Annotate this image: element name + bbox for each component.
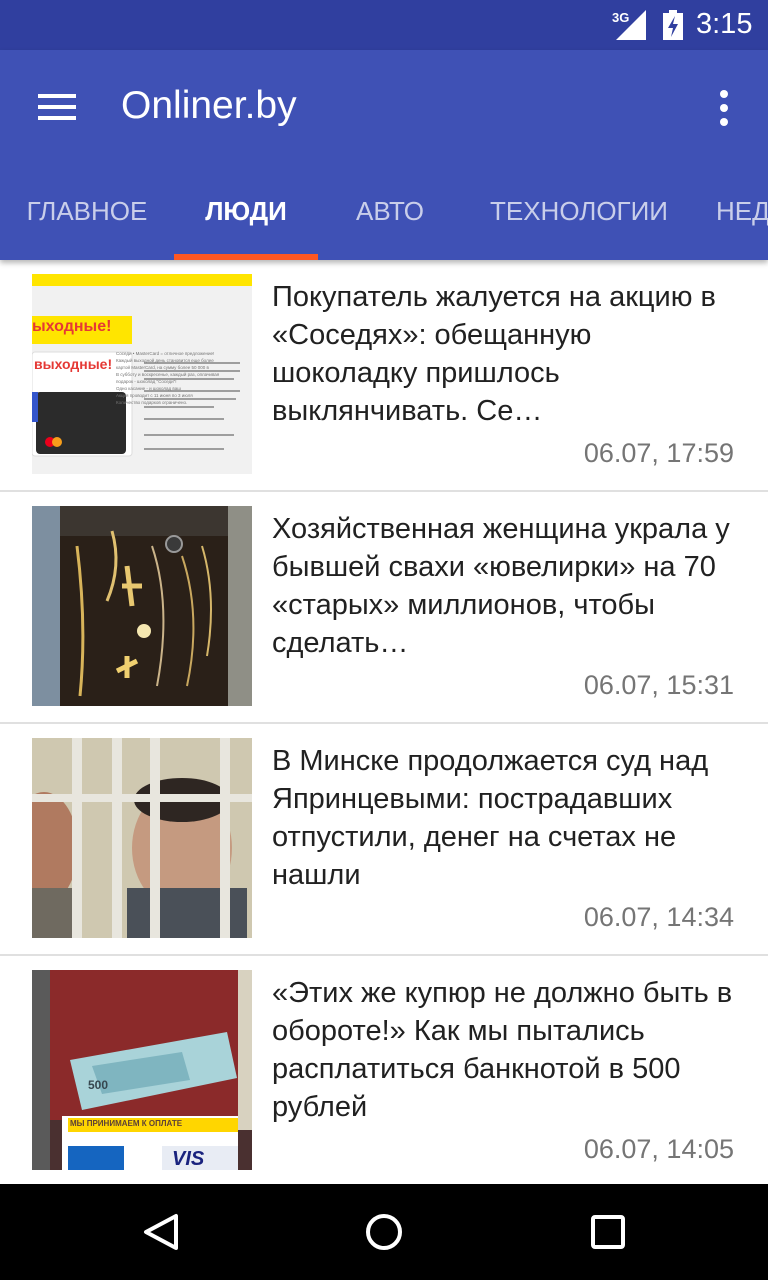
app-title: Onliner.by bbox=[121, 84, 297, 127]
news-headline: Хозяйственная женщина украла у бывшей св… bbox=[272, 513, 730, 659]
news-date: 06.07, 15:31 bbox=[583, 670, 734, 700]
promo-heading: ыходные! bbox=[32, 318, 112, 335]
news-thumbnail-banknote: 500 МЫ ПРИНИМАЕМ К ОПЛАТЕ VIS bbox=[32, 970, 252, 1170]
news-item[interactable]: В Минске продолжается суд над Япринцевым… bbox=[0, 724, 768, 956]
card-heading: выходные! bbox=[34, 356, 113, 372]
promo-text: Соседи • MasterCard = отличное предложен… bbox=[116, 351, 220, 405]
banknote-value: 500 bbox=[88, 1078, 109, 1092]
tab-realty[interactable]: НЕД bbox=[716, 178, 768, 260]
news-item[interactable]: 500 МЫ ПРИНИМАЕМ К ОПЛАТЕ VIS «Этих же к… bbox=[0, 956, 768, 1184]
hamburger-menu-icon[interactable] bbox=[28, 82, 84, 132]
back-icon[interactable] bbox=[130, 1204, 190, 1260]
battery-charging-icon bbox=[663, 10, 683, 40]
clock: 3:15 bbox=[696, 8, 753, 40]
news-item[interactable]: ыходные! выходные! Соседи • MasterCard =… bbox=[0, 260, 768, 492]
home-icon[interactable] bbox=[354, 1204, 414, 1260]
recents-icon[interactable] bbox=[578, 1204, 638, 1260]
visa-logo: VIS bbox=[172, 1148, 205, 1170]
tab-auto[interactable]: АВТО bbox=[340, 178, 440, 260]
navigation-bar bbox=[0, 1184, 768, 1280]
news-date: 06.07, 17:59 bbox=[583, 438, 734, 468]
network-type: 3G bbox=[612, 10, 630, 25]
news-thumbnail-jewelry bbox=[32, 506, 252, 706]
tab-main[interactable]: ГЛАВНОЕ bbox=[22, 178, 152, 260]
news-headline: Покупатель жалуется на акцию в «Соседях»… bbox=[272, 281, 716, 427]
tab-people[interactable]: ЛЮДИ bbox=[174, 178, 318, 260]
app-bar: Onliner.by ГЛАВНОЕ ЛЮДИ АВТО ТЕХНОЛОГИИ … bbox=[0, 50, 768, 260]
news-headline: «Этих же купюр не должно быть в обороте!… bbox=[272, 977, 733, 1123]
news-item[interactable]: Хозяйственная женщина украла у бывшей св… bbox=[0, 492, 768, 724]
payment-sign-text: МЫ ПРИНИМАЕМ К ОПЛАТЕ bbox=[70, 1119, 183, 1128]
news-list[interactable]: ыходные! выходные! Соседи • MasterCard =… bbox=[0, 260, 768, 1184]
tab-indicator bbox=[174, 254, 318, 260]
news-thumbnail-court bbox=[32, 738, 252, 938]
tab-bar: ГЛАВНОЕ ЛЮДИ АВТО ТЕХНОЛОГИИ НЕД bbox=[0, 178, 768, 260]
news-thumbnail-promo: ыходные! выходные! Соседи • MasterCard =… bbox=[32, 274, 252, 474]
news-date: 06.07, 14:34 bbox=[583, 902, 734, 932]
news-headline: В Минске продолжается суд над Япринцевым… bbox=[272, 745, 709, 891]
status-bar: 3G 3:15 bbox=[0, 0, 768, 50]
more-vertical-icon[interactable] bbox=[706, 84, 742, 134]
news-date: 06.07, 14:05 bbox=[583, 1134, 734, 1164]
tab-technologies[interactable]: ТЕХНОЛОГИИ bbox=[484, 178, 674, 260]
